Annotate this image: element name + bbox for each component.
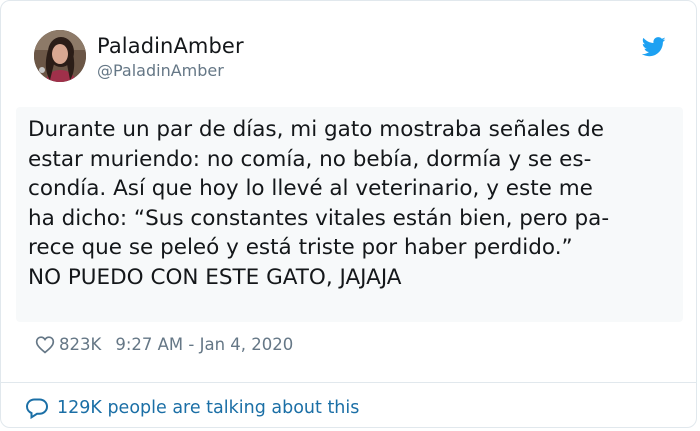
author-handle[interactable]: @PaladinAmber — [97, 61, 224, 80]
tweet-text-line: estar muriendo: no comía, no bebía, dorm… — [28, 146, 592, 172]
tweet-text-line: Durante un par de días, mi gato mostraba… — [28, 117, 605, 142]
tweet-text-line: NO PUEDO CON ESTE GATO, JAJAJA — [28, 264, 402, 290]
divider — [1, 382, 696, 383]
speech-bubble-icon — [25, 397, 49, 420]
tweet-text-line: ha dicho: “Sus constantes vitales están … — [28, 205, 610, 231]
tweet-text: Durante un par de días, mi gato mostraba… — [16, 107, 683, 322]
like-count[interactable]: 823K — [59, 335, 101, 354]
tweet-card: PaladinAmber @PaladinAmber Durante un pa… — [0, 0, 697, 428]
tweet-text-line: condía. Así que hoy lo llevé al veterina… — [28, 176, 593, 201]
tweet-timestamp[interactable]: 9:27 AM - Jan 4, 2020 — [115, 335, 293, 354]
conversation-label: 129K people are talking about this — [57, 398, 360, 418]
heart-icon[interactable] — [35, 335, 55, 354]
twitter-bird-icon[interactable] — [641, 37, 666, 57]
avatar[interactable] — [34, 30, 86, 82]
tweet-text-line: rece que se peleó y está triste por habe… — [28, 235, 573, 260]
tweet-meta: 823K 9:27 AM - Jan 4, 2020 — [35, 333, 293, 355]
conversation-link[interactable]: 129K people are talking about this — [25, 395, 359, 421]
avatar-image — [34, 30, 86, 82]
author-display-name[interactable]: PaladinAmber — [97, 34, 244, 58]
